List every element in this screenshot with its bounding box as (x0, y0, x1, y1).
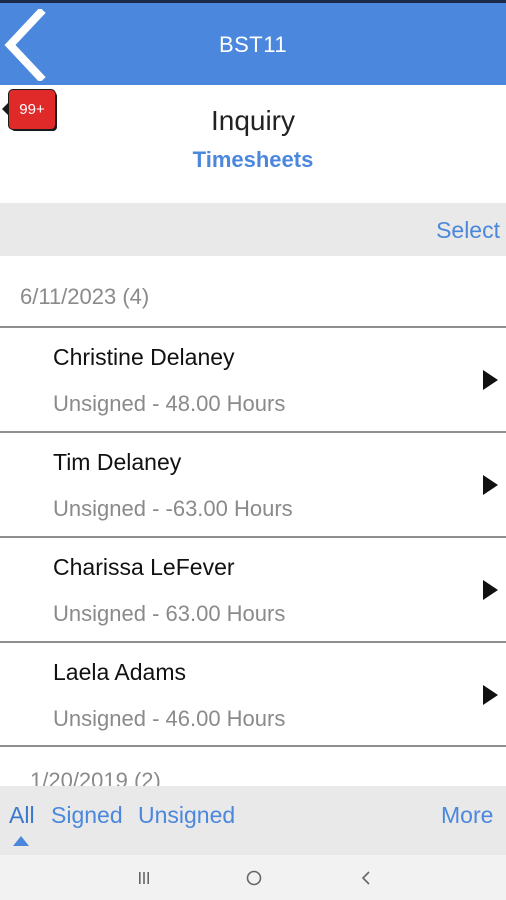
system-nav-bar (0, 855, 506, 900)
app-header: BST11 (0, 3, 506, 85)
disclosure-arrow-icon (483, 475, 498, 495)
filter-bar: All Signed Unsigned More (0, 786, 506, 855)
timesheet-row[interactable]: Christine Delaney Unsigned - 48.00 Hours (0, 326, 506, 430)
timesheet-status: Unsigned - 46.00 Hours (53, 706, 286, 731)
select-button[interactable]: Select (436, 203, 500, 257)
group-header: 1/20/2019 (2) (0, 748, 506, 786)
employee-name: Laela Adams (53, 659, 186, 685)
employee-name: Charissa LeFever (53, 554, 235, 580)
page-subtitle: Timesheets (192, 147, 314, 172)
home-icon (246, 870, 262, 885)
timesheet-row[interactable]: Laela Adams Unsigned - 46.00 Hours (0, 641, 506, 747)
home-button[interactable] (224, 855, 284, 900)
employee-name: Christine Delaney (53, 344, 235, 370)
select-bar: Select (0, 203, 506, 256)
header-title: BST11 (218, 32, 288, 57)
timesheet-status: Unsigned - -63.00 Hours (53, 496, 293, 521)
group-date-label: 1/20/2019 (2) (30, 768, 161, 786)
timesheet-row[interactable]: Charissa LeFever Unsigned - 63.00 Hours (0, 536, 506, 640)
filter-tab-all[interactable]: All (9, 802, 35, 829)
group-header: 6/11/2023 (4) (0, 256, 506, 326)
group-date-label: 6/11/2023 (4) (20, 284, 150, 309)
filter-tab-unsigned[interactable]: Unsigned (138, 802, 235, 829)
recent-apps-icon (139, 871, 149, 884)
system-back-button[interactable] (336, 855, 396, 900)
back-icon (361, 870, 370, 885)
page-title: Inquiry (210, 105, 296, 136)
timesheet-row[interactable]: Tim Delaney Unsigned - -63.00 Hours (0, 431, 506, 535)
filter-tab-more[interactable]: More (441, 802, 493, 829)
recent-apps-button[interactable] (114, 855, 174, 900)
active-tab-indicator (13, 836, 29, 846)
disclosure-arrow-icon (483, 370, 498, 390)
title-block: Inquiry Timesheets (0, 85, 506, 203)
timesheet-status: Unsigned - 63.00 Hours (53, 601, 286, 626)
disclosure-arrow-icon (483, 580, 498, 600)
timesheet-status: Unsigned - 48.00 Hours (53, 391, 286, 416)
disclosure-arrow-icon (483, 685, 498, 705)
filter-tab-signed[interactable]: Signed (51, 802, 123, 829)
employee-name: Tim Delaney (53, 449, 182, 475)
